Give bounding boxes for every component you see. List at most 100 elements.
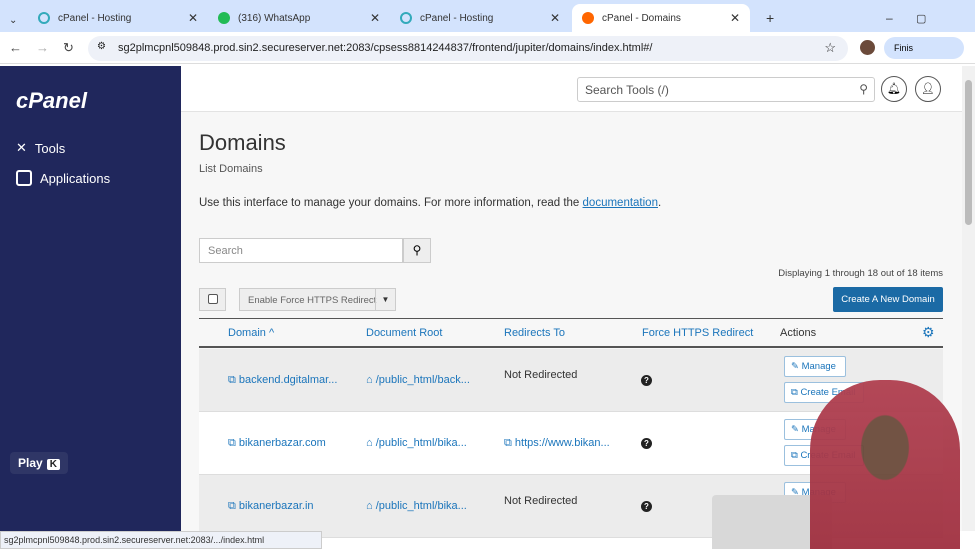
close-tab-icon[interactable]: ✕ [188,11,198,25]
caret-down-icon[interactable]: ▼ [375,289,395,310]
action-label: Manage [801,361,836,372]
profile-avatar[interactable] [860,40,875,55]
tab-title: cPanel - Domains [602,12,681,24]
manage-button[interactable]: ✎ Manage [784,356,846,377]
site-info-icon[interactable]: ⚙ [97,41,106,52]
notifications-bell-icon[interactable]: 🔔︎ [881,76,907,102]
search-placeholder: Search Tools (/) [585,83,669,97]
back-icon[interactable]: ← [9,40,22,55]
column-header-document-root[interactable]: Document Root [366,327,442,339]
browser-tab-active[interactable]: cPanel - Domains ✕ [572,4,750,32]
cpanel-favicon-icon [38,12,50,24]
minimize-button[interactable]: – [876,4,903,32]
sidebar-item-tools[interactable]: ✕ Tools [16,140,65,156]
create-domain-button[interactable]: Create A New Domain [833,287,943,312]
forward-icon[interactable]: → [36,40,49,55]
browser-tab[interactable]: (316) WhatsApp ✕ [208,4,390,32]
search-tools-input[interactable]: Search Tools (/) ⚲ [577,77,875,102]
domain-link[interactable]: ⧉ bikanerbazar.com [228,437,326,450]
whatsapp-favicon-icon [218,12,230,24]
document-root-link[interactable]: ⌂ /public_html/bika... [366,500,467,512]
sidebar-item-label: Tools [34,140,66,156]
scrollbar-thumb[interactable] [965,80,972,225]
display-info: Displaying 1 through 18 out of 18 items [778,268,943,279]
cpanel-logo[interactable]: cPanel [16,88,87,114]
tools-icon: ✕ [16,140,27,155]
documentation-link[interactable]: documentation [583,197,658,209]
intro-body: Use this interface to manage your domain… [199,197,580,209]
shortcut-key: K [46,459,60,470]
applications-icon [16,170,32,186]
sidebar-item-applications[interactable]: Applications [16,170,110,186]
header-label: Domain [228,327,266,339]
home-icon: ⌂ [366,500,373,512]
browser-tab[interactable]: cPanel - Hosting ✕ [390,4,570,32]
column-header-domain[interactable]: Domain ^ [228,327,274,339]
domain-link[interactable]: ⧉ bikanerbazar.in [228,500,314,513]
search-icon: ⚲ [412,243,422,257]
close-tab-icon[interactable]: ✕ [550,11,560,25]
profile-button[interactable]: Finis [884,37,964,59]
new-tab-button[interactable]: + [756,4,784,32]
redirect-text: https://www.bikan... [514,437,610,449]
root-text: /public_html/bika... [375,500,467,512]
maximize-button[interactable]: ▢ [906,4,936,32]
domain-search-input[interactable]: Search [199,238,403,263]
reload-icon[interactable]: ↻ [63,40,74,56]
help-icon[interactable]: ? [641,501,652,512]
sidebar: cPanel ✕ Tools Applications Play K [0,66,181,531]
intro-end: . [657,197,662,209]
bulk-action-label: Enable Force HTTPS Redirect [248,295,377,306]
close-tab-icon[interactable]: ✕ [730,11,740,25]
top-header: Search Tools (/) ⚲ 🔔︎ 👤︎ [181,66,962,112]
settings-gear-icon[interactable]: ⚙ [922,324,935,341]
url-field[interactable]: ⚙ sg2plmcpnl509848.prod.sin2.secureserver… [88,36,848,61]
close-tab-icon[interactable]: ✕ [370,11,380,25]
play-label: Play [18,456,43,470]
browser-tab-bar: ⌄ cPanel - Hosting ✕ (316) WhatsApp ✕ cPan… [0,0,975,32]
sidebar-item-label: Applications [40,170,111,186]
webcam-presenter-overlay [810,380,960,549]
search-placeholder: Search [208,245,243,257]
search-icon: ⚲ [859,82,868,96]
column-header-force-https[interactable]: Force HTTPS Redirect [642,327,753,339]
redirect-text: Not Redirected [504,495,578,507]
domain-text: bikanerbazar.com [238,437,326,449]
search-button[interactable]: ⚲ [403,238,431,263]
page-title: Domains [199,130,286,155]
status-bar-url: sg2plmcpnl509848.prod.sin2.secureserver.… [0,531,322,549]
url-text: sg2plmcpnl509848.prod.sin2.secureserver.… [118,42,653,54]
help-icon[interactable]: ? [641,375,652,386]
page-subtitle: List Domains [199,163,263,175]
table-header: Domain ^ Document Root Redirects To Forc… [199,318,943,348]
domain-text: backend.dgitalmar... [238,374,338,386]
tab-title: cPanel - Hosting [58,12,132,24]
redirect-text: Not Redirected [504,369,578,381]
cpanel-favicon-icon [582,12,594,24]
bookmark-star-icon[interactable]: ☆ [824,40,836,56]
address-bar-row: ← → ↻ ⚙ sg2plmcpnl509848.prod.sin2.secure… [0,32,975,64]
root-text: /public_html/bika... [375,437,467,449]
select-all-checkbox[interactable] [199,288,226,311]
browser-tab[interactable]: cPanel - Hosting ✕ [28,4,208,32]
column-header-actions: Actions [780,327,817,339]
home-icon: ⌂ [366,374,373,386]
tab-title: (316) WhatsApp [238,12,311,24]
tab-title: cPanel - Hosting [420,12,494,24]
root-text: /public_html/back... [375,374,470,386]
play-button[interactable]: Play K [10,452,68,474]
tab-search-button[interactable]: ⌄ [4,6,24,34]
profile-label: Finis [894,43,914,53]
document-root-link[interactable]: ⌂ /public_html/bika... [366,437,467,449]
document-root-link[interactable]: ⌂ /public_html/back... [366,374,470,386]
user-account-icon[interactable]: 👤︎ [915,76,941,102]
redirect-link[interactable]: ⧉ https://www.bikan... [504,437,610,450]
page-scrollbar[interactable] [962,66,975,531]
intro-text: Use this interface to manage your domain… [199,197,661,209]
help-icon[interactable]: ? [641,438,652,449]
domain-text: bikanerbazar.in [238,500,314,512]
sort-ascending-icon: ^ [268,327,275,339]
column-header-redirects-to[interactable]: Redirects To [504,327,565,339]
bulk-action-button[interactable]: Enable Force HTTPS Redirect ▼ [239,288,396,311]
domain-link[interactable]: ⧉ backend.dgitalmar... [228,374,337,387]
